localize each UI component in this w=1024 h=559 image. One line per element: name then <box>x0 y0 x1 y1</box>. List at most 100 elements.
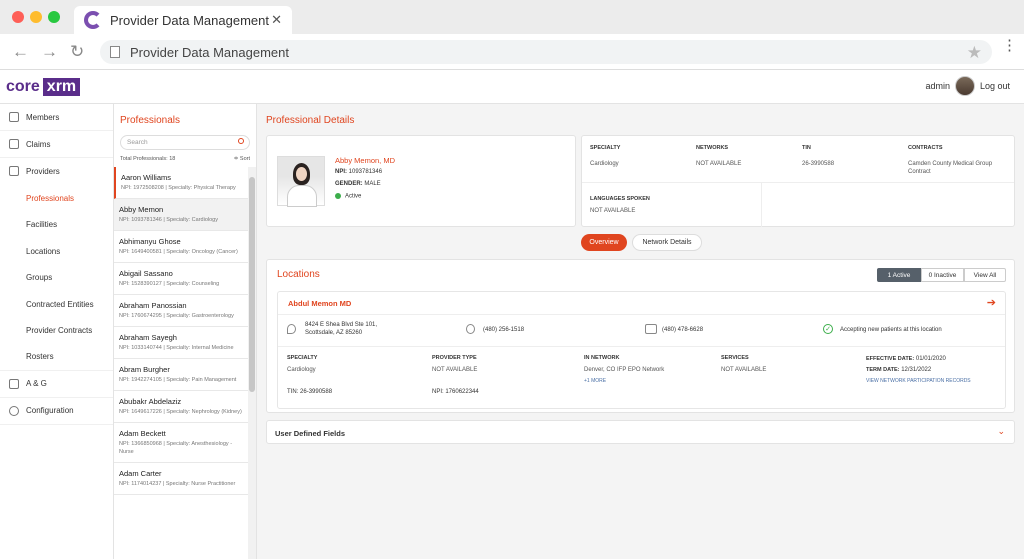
list-item[interactable]: Abubakr Abdelaziz NPI: 1649617226 | Spec… <box>114 391 248 423</box>
maximize-window-button[interactable] <box>48 11 60 23</box>
active-dot-icon <box>335 193 341 199</box>
gender-line: GENDER: MALE <box>335 181 381 187</box>
browser-tab[interactable]: Provider Data Management ✕ <box>74 6 292 34</box>
professional-name: Adam Carter <box>119 469 162 478</box>
professional-name: Adam Beckett <box>119 429 166 438</box>
sidebar-item-providers[interactable]: Providers <box>0 158 113 185</box>
profile-card: Abby Memon, MD NPI: 1093781346 GENDER: M… <box>266 135 576 227</box>
phone: (480) 256-1518 <box>483 327 525 333</box>
user-defined-fields-accordion[interactable]: User Defined Fields ⌄ <box>266 420 1015 444</box>
filter-all-button[interactable]: View All <box>964 268 1006 282</box>
locations-title: Locations <box>277 269 320 280</box>
networks-value: NOT AVAILABLE <box>696 161 742 167</box>
list-item[interactable]: Abraham Panossian NPI: 1760674295 | Spec… <box>114 295 248 327</box>
professional-meta: NPI: 1942274105 | Specialty: Pain Manage… <box>119 377 237 383</box>
list-item[interactable]: Adam Beckett NPI: 1366850968 | Specialty… <box>114 423 248 463</box>
sidebar-item-locations[interactable]: Locations <box>0 238 113 265</box>
filter-active-button[interactable]: 1 Active <box>877 268 921 282</box>
window-controls <box>12 11 60 23</box>
scrollbar-thumb[interactable] <box>249 177 255 392</box>
loc-specialty-label: SPECIALTY <box>287 355 318 361</box>
total-count: Total Professionals: 18 <box>120 156 176 162</box>
sidebar-item-members[interactable]: Members <box>0 104 113 131</box>
list-scrollbar[interactable] <box>248 167 256 559</box>
address-bar[interactable]: Provider Data Management ★ <box>100 40 992 64</box>
page-icon <box>110 46 120 58</box>
sidebar-item-groups[interactable]: Groups <box>0 265 113 292</box>
arrow-right-icon[interactable]: ➔ <box>987 296 996 309</box>
sidebar-item-configuration[interactable]: Configuration <box>0 398 113 425</box>
page-title: Professional Details <box>266 115 355 126</box>
location-pin-icon <box>287 324 296 334</box>
bookmark-star-icon[interactable]: ★ <box>967 43 982 63</box>
app-header: core xrm admin Log out <box>0 70 1024 104</box>
sidebar: Members Claims Providers Professionals F… <box>0 104 114 559</box>
tab-network-details[interactable]: Network Details <box>632 234 702 251</box>
tab-overview[interactable]: Overview <box>581 234 627 251</box>
professional-meta: NPI: 1760674295 | Specialty: Gastroenter… <box>119 313 234 319</box>
forward-icon[interactable]: → <box>41 42 58 62</box>
professional-name: Abby Memon <box>119 205 164 214</box>
professional-meta: NPI: 1174014237 | Specialty: Nurse Pract… <box>119 481 236 487</box>
sidebar-item-a-and-g[interactable]: A & G <box>0 371 113 398</box>
specialty-label: SPECIALTY <box>590 145 621 151</box>
provider-type-label: PROVIDER TYPE <box>432 355 477 361</box>
sidebar-item-label: Claims <box>26 139 51 149</box>
professionals-title: Professionals <box>120 115 181 126</box>
chevron-down-icon[interactable]: ⌄ <box>997 426 1005 437</box>
sidebar-item-label: A & G <box>26 379 47 388</box>
brand-core: core <box>6 78 40 95</box>
accepting-patients: Accepting new patients at this location <box>840 327 942 333</box>
languages-label: LANGUAGES SPOKEN <box>590 196 650 202</box>
fax: (480) 478-6628 <box>662 327 704 333</box>
view-records-link[interactable]: VIEW NETWORK PARTICIPATION RECORDS <box>866 377 971 385</box>
corexrm-logo[interactable]: core xrm <box>6 78 81 96</box>
professional-meta: NPI: 1366850968 | Specialty: Anesthesiol… <box>119 441 233 455</box>
sidebar-item-provider-contracts[interactable]: Provider Contracts <box>0 318 113 345</box>
filter-inactive-button[interactable]: 0 Inactive <box>921 268 964 282</box>
languages-value: NOT AVAILABLE <box>590 208 636 214</box>
list-item[interactable]: Abraham Sayegh NPI: 1033140744 | Special… <box>114 327 248 359</box>
sidebar-item-contracted-entities[interactable]: Contracted Entities <box>0 291 113 318</box>
location-name[interactable]: Abdul Memon MD <box>288 299 351 308</box>
list-item[interactable]: Abby Memon NPI: 1093781346 | Specialty: … <box>114 199 248 231</box>
logout-link[interactable]: Log out <box>980 81 1010 91</box>
list-item[interactable]: Abhimanyu Ghose NPI: 1649400581 | Specia… <box>114 231 248 263</box>
close-window-button[interactable] <box>12 11 24 23</box>
a-and-g-icon <box>9 378 19 389</box>
list-item[interactable]: Abram Burgher NPI: 1942274105 | Specialt… <box>114 359 248 391</box>
udf-label: User Defined Fields <box>275 429 346 438</box>
close-tab-icon[interactable]: ✕ <box>271 12 282 28</box>
browser-menu-icon[interactable]: ⋮ <box>1002 38 1017 53</box>
user-name: admin <box>925 81 950 91</box>
search-icon[interactable] <box>238 138 244 144</box>
professional-meta: NPI: 1528390127 | Specialty: Counseling <box>119 281 220 287</box>
networks-label: NETWORKS <box>696 145 729 151</box>
sidebar-item-claims[interactable]: Claims <box>0 131 113 158</box>
list-item[interactable]: Abigail Sassano NPI: 1528390127 | Specia… <box>114 263 248 295</box>
reload-icon[interactable]: ↻ <box>70 42 84 62</box>
info-card: SPECIALTY Cardiology NETWORKS NOT AVAILA… <box>581 135 1015 227</box>
providers-icon <box>9 166 19 176</box>
loc-specialty-value: Cardiology <box>287 367 316 373</box>
sort-button[interactable]: ≑ Sort <box>234 156 250 162</box>
list-item[interactable]: Adam Carter NPI: 1174014237 | Specialty:… <box>114 463 248 495</box>
sidebar-item-facilities[interactable]: Facilities <box>0 212 113 239</box>
list-item[interactable]: Aaron Williams NPI: 1972508208 | Special… <box>114 167 248 199</box>
members-icon <box>9 112 19 122</box>
in-network-value: Denver, CO IFP EPO Network <box>584 367 665 373</box>
avatar[interactable] <box>955 76 975 96</box>
minimize-window-button[interactable] <box>30 11 42 23</box>
sidebar-item-rosters[interactable]: Rosters <box>0 344 113 371</box>
location-item: Abdul Memon MD ➔ 8424 E Shea Blvd Ste 10… <box>277 291 1006 409</box>
more-networks-link[interactable]: +1 MORE <box>584 377 606 385</box>
fax-icon <box>645 324 657 334</box>
professional-full-name[interactable]: Abby Memon, MD <box>335 156 395 165</box>
search-input[interactable]: Search <box>120 135 250 150</box>
contracts-label: CONTRACTS <box>908 145 943 151</box>
brand-xrm: xrm <box>42 78 81 96</box>
sidebar-item-label: Members <box>26 112 60 122</box>
back-icon[interactable]: ← <box>12 42 29 62</box>
npi-line: NPI: 1093781346 <box>335 169 383 175</box>
sidebar-item-professionals[interactable]: Professionals <box>0 185 113 212</box>
